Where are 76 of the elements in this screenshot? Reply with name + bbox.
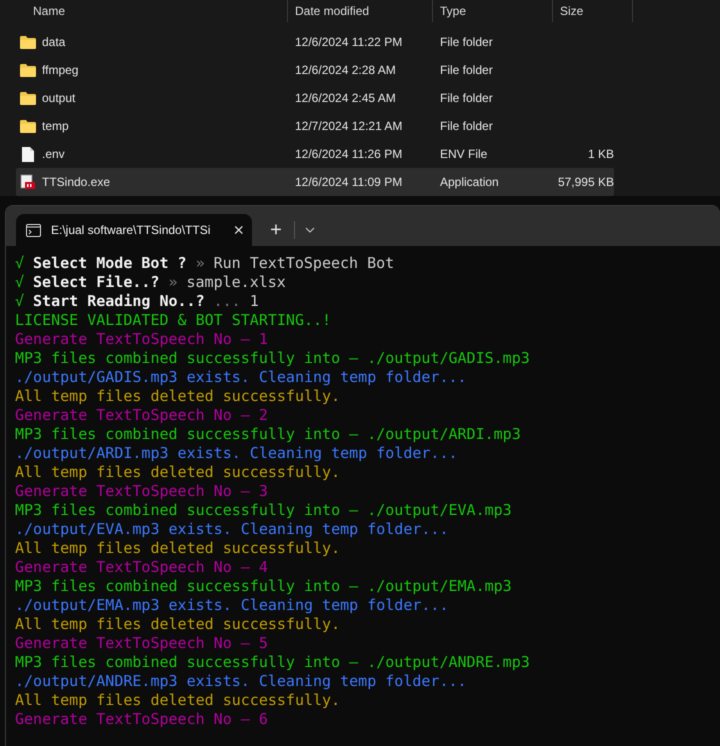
- file-name: data: [42, 34, 66, 51]
- log-line: MP3 files combined successfully into – ./output/ANDRE.mp3: [15, 652, 530, 674]
- prompt-separator: ...: [214, 291, 241, 312]
- log-line: All temp files deleted successfully.: [15, 614, 340, 636]
- log-line: ./output/GADIS.mp3 exists. Cleaning temp folder...: [15, 367, 467, 388]
- column-header[interactable]: Name: [33, 2, 66, 20]
- chevron-down-icon[interactable]: [305, 227, 315, 233]
- log-line: MP3 files combined successfully into – ./output/ARDI.mp3: [15, 424, 521, 446]
- log-line: Generate TextToSpeech No – 1: [15, 329, 268, 350]
- terminal-icon: [26, 224, 41, 236]
- log-line: ./output/EVA.mp3 exists. Cleaning temp folder...: [15, 519, 448, 540]
- prompt-separator: »: [168, 272, 178, 294]
- log-line: Generate TextToSpeech No – 4: [15, 557, 268, 578]
- file-row[interactable]: ffmpeg 12/6/2024 2:28 AM File folder: [16, 56, 614, 84]
- file-type: File folder: [440, 63, 493, 77]
- prompt-answer: sample.xlsx: [186, 272, 286, 294]
- file-row[interactable]: TTSindo.exe 12/6/2024 11:09 PM Application 57,995 KB: [16, 168, 614, 196]
- log-line: Generate TextToSpeech No – 2: [15, 405, 268, 426]
- file-icon: [21, 146, 35, 162]
- log-line: LICENSE VALIDATED & BOT STARTING..!: [15, 310, 332, 332]
- folder-icon: [19, 34, 37, 50]
- close-button[interactable]: ×: [233, 221, 244, 239]
- file-row[interactable]: temp 12/7/2024 12:21 AM File folder: [16, 112, 614, 140]
- folder-icon: [19, 118, 37, 134]
- log-line: ./output/EMA.mp3 exists. Cleaning temp folder...: [15, 595, 448, 616]
- prompt-label: Start Reading No..?: [33, 291, 205, 312]
- file-row[interactable]: .env 12/6/2024 11:26 PM ENV File 1 KB: [16, 140, 614, 168]
- file-size: 1 KB: [588, 146, 614, 163]
- prompt-answer: 1: [250, 291, 259, 312]
- log-line: All temp files deleted successfully.: [15, 386, 340, 408]
- file-type: File folder: [440, 119, 493, 133]
- folder-icon: [19, 62, 37, 78]
- file-size: 57,995 KB: [558, 174, 614, 191]
- column-header[interactable]: Date modified: [295, 2, 370, 20]
- log-line: Generate TextToSpeech No – 5: [15, 633, 268, 654]
- file-type: Application: [440, 175, 499, 189]
- log-line: Generate TextToSpeech No – 3: [15, 481, 268, 502]
- prompt-answer: Run TextToSpeech Bot: [214, 253, 394, 274]
- log-line: ./output/ANDRE.mp3 exists. Cleaning temp folder...: [15, 671, 467, 692]
- log-line: Generate TextToSpeech No – 6: [15, 709, 268, 730]
- date-modified: 12/6/2024 2:45 AM: [295, 91, 396, 105]
- tab-title: E:\jual software\TTSindo\TTSi: [51, 222, 210, 239]
- log-line: MP3 files combined successfully into – ./output/GADIS.mp3: [15, 348, 530, 370]
- file-name: temp: [42, 118, 69, 135]
- prompt-label: Select Mode Bot ?: [33, 253, 187, 274]
- date-modified: 12/6/2024 2:28 AM: [295, 63, 396, 77]
- log-line: All temp files deleted successfully.: [15, 538, 340, 560]
- new-tab-button[interactable]: +: [264, 220, 288, 240]
- check-mark: √: [15, 272, 24, 294]
- log-line: MP3 files combined successfully into – ./output/EMA.mp3: [15, 576, 512, 598]
- column-header[interactable]: Size: [560, 2, 584, 20]
- file-name: .env: [42, 146, 65, 163]
- prompt-label: Select File..?: [33, 272, 160, 294]
- terminal-tab[interactable]: E:\jual software\TTSindo\TTSi ×: [16, 214, 252, 246]
- file-name: ffmpeg: [42, 62, 78, 79]
- file-type: File folder: [440, 35, 493, 49]
- file-row[interactable]: data 12/6/2024 11:22 PM File folder: [16, 28, 614, 56]
- file-row[interactable]: output 12/6/2024 2:45 AM File folder: [16, 84, 614, 112]
- application-icon: [20, 174, 36, 190]
- date-modified: 12/7/2024 12:21 AM: [295, 119, 402, 133]
- file-type: ENV File: [440, 147, 488, 161]
- file-type: File folder: [440, 91, 493, 105]
- log-line: All temp files deleted successfully.: [15, 462, 340, 484]
- date-modified: 12/6/2024 11:22 PM: [295, 35, 402, 49]
- folder-icon: [19, 90, 37, 106]
- file-name: TTSindo.exe: [42, 174, 110, 191]
- date-modified: 12/6/2024 11:09 PM: [295, 175, 402, 189]
- column-header[interactable]: Type: [440, 2, 466, 20]
- date-modified: 12/6/2024 11:26 PM: [295, 147, 402, 161]
- file-name: output: [42, 90, 76, 107]
- log-line: ./output/ARDI.mp3 exists. Cleaning temp folder...: [15, 443, 458, 464]
- log-line: MP3 files combined successfully into – ./output/EVA.mp3: [15, 500, 512, 522]
- check-mark: √: [15, 253, 24, 274]
- prompt-separator: »: [196, 253, 205, 274]
- check-mark: √: [15, 291, 24, 312]
- log-line: All temp files deleted successfully.: [15, 690, 340, 712]
